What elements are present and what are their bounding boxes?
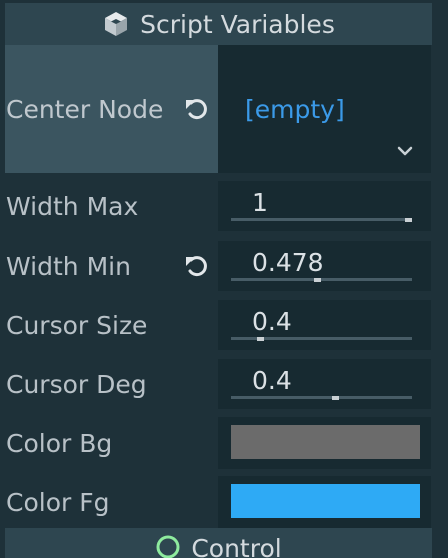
property-label-color-fg: Color Fg: [6, 487, 110, 517]
property-label-cursor-deg: Cursor Deg: [6, 369, 147, 399]
property-row-color-bg: Color Bg: [0, 417, 448, 469]
width-min-value[interactable]: 0.478: [252, 241, 324, 283]
width-max-spinbox[interactable]: [218, 181, 431, 231]
cursor-deg-spinbox[interactable]: [218, 359, 431, 409]
cursor-deg-slider-grabber[interactable]: [331, 396, 339, 400]
property-label-color-bg: Color Bg: [6, 428, 113, 458]
width-max-slider-grabber[interactable]: [405, 218, 412, 222]
property-row-color-fg: Color Fg: [0, 476, 448, 528]
script-variables-header[interactable]: Script Variables: [5, 3, 432, 45]
control-section-header[interactable]: Control: [5, 528, 432, 558]
width-min-spinbox[interactable]: [218, 241, 431, 291]
control-circle-icon: [155, 534, 181, 558]
property-row-center-node: Center Node [empty]: [0, 45, 448, 173]
control-section-title: Control: [191, 534, 282, 558]
script-cube-icon: [102, 10, 130, 38]
property-label-cursor-size: Cursor Size: [6, 310, 148, 340]
color-bg-swatch[interactable]: [231, 425, 420, 459]
width-max-value[interactable]: 1: [252, 181, 268, 223]
revert-icon[interactable]: [182, 251, 212, 281]
property-row-width-min: Width Min 0.478: [0, 241, 448, 291]
property-row-width-max: Width Max 1: [0, 181, 448, 231]
property-row-cursor-size: Cursor Size 0.4: [0, 300, 448, 350]
cursor-size-slider-grabber[interactable]: [257, 337, 265, 341]
property-label-center-node: Center Node: [6, 94, 164, 124]
cursor-deg-slider-track[interactable]: [231, 396, 412, 399]
cursor-deg-value[interactable]: 0.4: [252, 359, 292, 401]
cursor-size-value[interactable]: 0.4: [252, 300, 292, 342]
width-min-slider-track[interactable]: [231, 278, 412, 281]
property-row-cursor-deg: Cursor Deg 0.4: [0, 359, 448, 409]
color-fg-swatch[interactable]: [231, 484, 420, 518]
property-label-width-max: Width Max: [6, 191, 139, 221]
property-label-width-min: Width Min: [6, 251, 131, 281]
section-title: Script Variables: [140, 9, 335, 39]
cursor-size-spinbox[interactable]: [218, 300, 431, 350]
revert-icon[interactable]: [182, 94, 212, 124]
width-max-slider-track[interactable]: [231, 218, 412, 221]
chevron-down-icon[interactable]: [396, 145, 414, 157]
width-min-slider-grabber[interactable]: [314, 278, 322, 282]
node-path-value[interactable]: [empty]: [245, 45, 345, 173]
